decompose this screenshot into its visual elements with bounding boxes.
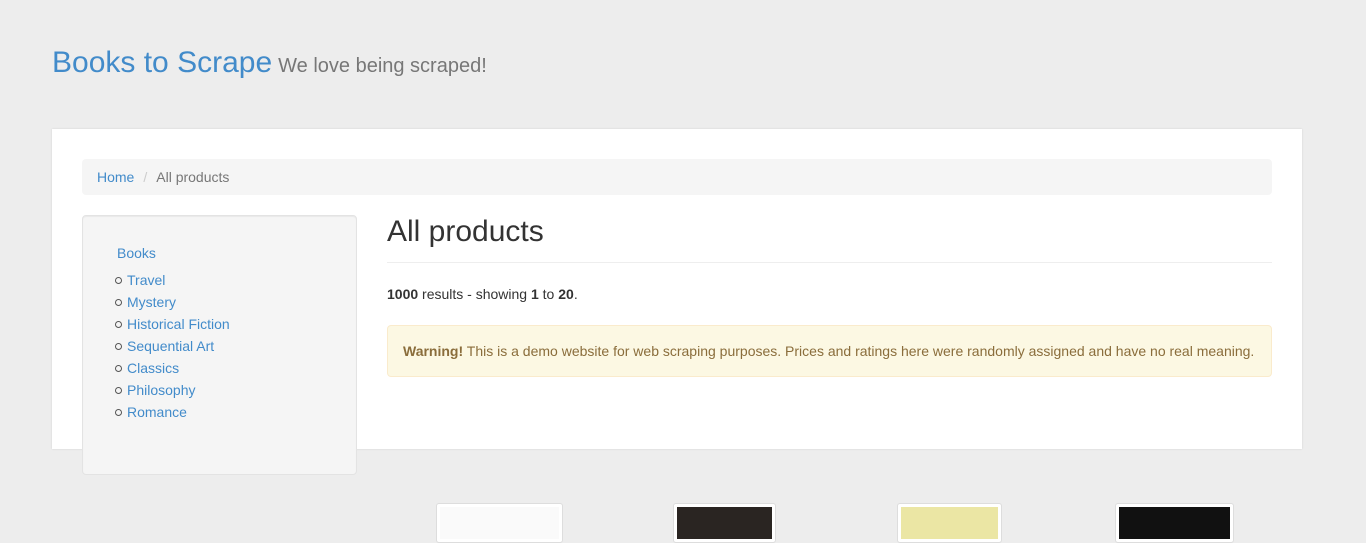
bullet-icon xyxy=(115,276,122,284)
sidebar-item-classics[interactable]: Classics xyxy=(127,360,179,376)
warning-alert: Warning! This is a demo website for web … xyxy=(387,325,1272,377)
bullet-icon xyxy=(115,364,122,372)
alert-strong: Warning! xyxy=(403,343,464,359)
category-sidebar: Books Travel Mystery Historical Fiction … xyxy=(82,215,357,475)
sidebar-item-historical-fiction[interactable]: Historical Fiction xyxy=(127,316,230,332)
sidebar-item-philosophy[interactable]: Philosophy xyxy=(127,382,196,398)
book-cover-image xyxy=(440,507,559,539)
tagline: We love being scraped! xyxy=(278,55,487,77)
page-container: Home / All products Books Travel Mystery H… xyxy=(52,129,1302,543)
sidebar-item-sequential-art[interactable]: Sequential Art xyxy=(127,338,214,354)
book-cover-image xyxy=(677,507,772,539)
results-to-word: to xyxy=(542,286,555,302)
results-end: . xyxy=(573,286,578,302)
book-thumbnail[interactable] xyxy=(1115,503,1234,543)
list-item: Romance xyxy=(115,401,230,423)
sidebar-item-romance[interactable]: Romance xyxy=(127,404,187,420)
book-thumbnail[interactable] xyxy=(436,503,563,543)
brand-link[interactable]: Books to Scrape xyxy=(52,46,272,79)
results-total: 1000 xyxy=(387,286,419,302)
list-item: Philosophy xyxy=(115,379,230,401)
sidebar-item-travel[interactable]: Travel xyxy=(127,272,165,288)
book-thumbnail[interactable] xyxy=(673,503,776,543)
list-item: Mystery xyxy=(115,291,230,313)
list-item: Classics xyxy=(115,357,230,379)
list-item: Travel xyxy=(115,269,230,291)
book-thumbnail[interactable] xyxy=(897,503,1002,543)
bullet-icon xyxy=(115,298,122,306)
alert-message: This is a demo website for web scraping … xyxy=(466,343,1255,359)
list-item: Historical Fiction xyxy=(115,313,230,335)
sidebar-item-books[interactable]: Books xyxy=(117,245,156,261)
book-cover-image xyxy=(1119,507,1230,539)
bullet-icon xyxy=(115,386,122,394)
breadcrumb-separator: / xyxy=(143,169,148,185)
results-from: 1 xyxy=(530,286,539,302)
book-cover-image xyxy=(901,507,998,539)
bullet-icon xyxy=(115,320,122,328)
main-content: All products 1000 results - showing 1 to… xyxy=(387,215,1272,543)
side-nav: Books Travel Mystery Historical Fiction … xyxy=(115,245,230,423)
page-title: All products xyxy=(387,215,1272,263)
bullet-icon xyxy=(115,408,122,416)
breadcrumb-home-link[interactable]: Home xyxy=(97,169,134,185)
breadcrumb-current: All products xyxy=(156,169,230,185)
results-summary: 1000 results - showing 1 to 20. xyxy=(387,286,578,302)
site-header: Books to Scrape We love being scraped! xyxy=(52,46,487,80)
category-list: Travel Mystery Historical Fiction Sequen… xyxy=(115,269,230,423)
list-item: Sequential Art xyxy=(115,335,230,357)
bullet-icon xyxy=(115,342,122,350)
results-text: results - showing xyxy=(422,286,528,302)
sidebar-item-mystery[interactable]: Mystery xyxy=(127,294,176,310)
breadcrumb: Home / All products xyxy=(82,159,1272,195)
results-to: 20 xyxy=(558,286,574,302)
